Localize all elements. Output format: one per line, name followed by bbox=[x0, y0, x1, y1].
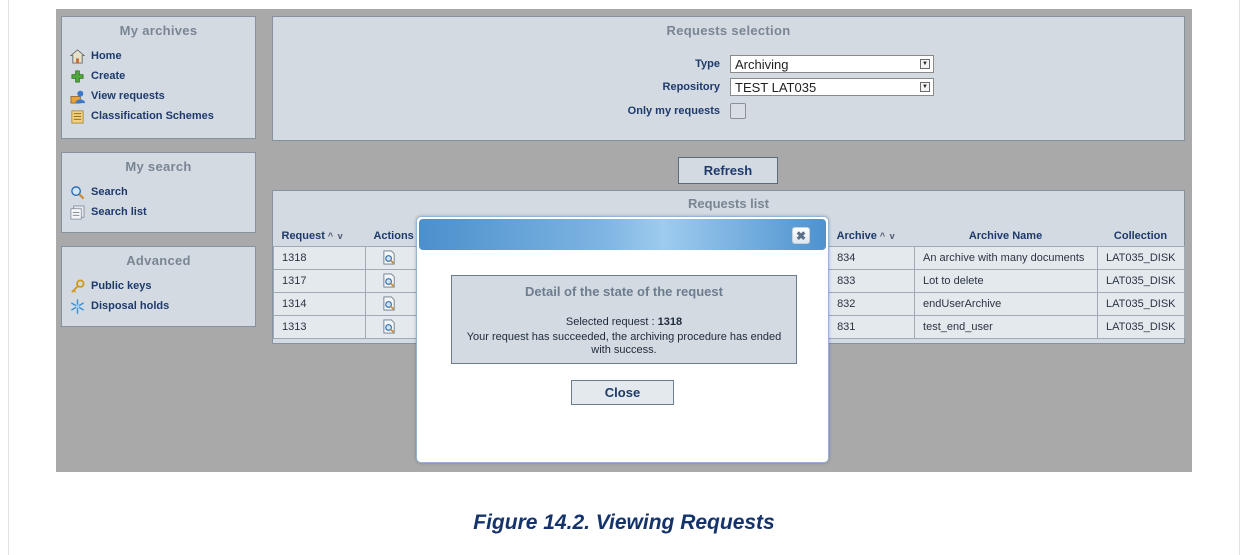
archive-cell: 834 bbox=[828, 245, 916, 270]
request-state-box: Detail of the state of the request Selec… bbox=[451, 275, 797, 364]
my-search-title: My search bbox=[125, 159, 192, 174]
request-cell: 1318 bbox=[273, 245, 366, 270]
selected-request-value: 1318 bbox=[657, 316, 683, 328]
sidebar-item-classification-schemes[interactable]: Classification Schemes bbox=[70, 108, 255, 124]
sidebar-item-label: Home bbox=[91, 50, 122, 62]
column-header-archive[interactable]: Archive ^ v bbox=[829, 226, 915, 246]
column-header-request[interactable]: Request ^ v bbox=[274, 226, 366, 246]
state-message: Your request has succeeded, the archivin… bbox=[466, 331, 782, 356]
column-header-collection: Collection bbox=[1113, 229, 1168, 242]
sidebar-item-view-requests[interactable]: View requests bbox=[70, 88, 255, 104]
sidebar-item-home[interactable]: Home bbox=[70, 48, 255, 64]
sidebar-item-label: Search list bbox=[91, 206, 147, 218]
view-details-icon[interactable] bbox=[382, 273, 397, 288]
sidebar-item-label: Disposal holds bbox=[91, 300, 170, 312]
archive-cell: 833 bbox=[828, 268, 916, 293]
type-select-value: Archiving bbox=[735, 56, 789, 72]
close-button[interactable]: Close bbox=[571, 380, 674, 405]
chevron-down-icon: ▼ bbox=[920, 59, 930, 69]
home-icon bbox=[70, 48, 85, 64]
archive-name-cell: An archive with many documents bbox=[914, 245, 1098, 270]
collection-cell: LAT035_DISK bbox=[1096, 268, 1186, 293]
repository-select[interactable]: TEST LAT035 ▼ bbox=[730, 78, 934, 96]
selected-request: Selected request : 1318 bbox=[452, 316, 796, 328]
collection-cell: LAT035_DISK bbox=[1096, 314, 1186, 339]
list-icon bbox=[70, 205, 85, 219]
scheme-icon bbox=[71, 110, 84, 123]
dialog-header: ✖ bbox=[419, 219, 826, 250]
my-archives-panel: My archives Home Create View requests Cl… bbox=[61, 16, 256, 139]
close-icon[interactable]: ✖ bbox=[792, 227, 810, 244]
sidebar-item-search[interactable]: Search bbox=[70, 184, 255, 200]
requests-selection-title: Requests selection bbox=[666, 23, 791, 38]
sidebar-item-label: Public keys bbox=[91, 280, 152, 292]
figure-caption: Figure 14.2. Viewing Requests bbox=[473, 511, 775, 534]
only-my-requests-checkbox[interactable] bbox=[730, 103, 746, 119]
magnifier-icon bbox=[71, 185, 85, 199]
sort-icon[interactable]: ^ v bbox=[328, 231, 344, 241]
sidebar-item-label: View requests bbox=[91, 90, 165, 102]
requests-list-title: Requests list bbox=[688, 196, 769, 211]
my-search-panel: My search Search Search list bbox=[61, 152, 256, 233]
request-cell: 1313 bbox=[273, 314, 366, 339]
type-select[interactable]: Archiving ▼ bbox=[730, 55, 934, 73]
user-requests-icon bbox=[70, 90, 85, 103]
view-details-icon[interactable] bbox=[382, 250, 397, 265]
request-cell: 1317 bbox=[273, 268, 366, 293]
my-archives-title: My archives bbox=[119, 23, 198, 38]
archive-cell: 832 bbox=[828, 291, 916, 316]
sidebar-item-label: Classification Schemes bbox=[91, 110, 214, 122]
archive-name-cell: test_end_user bbox=[914, 314, 1098, 339]
sidebar-item-label: Create bbox=[91, 70, 126, 82]
collection-cell: LAT035_DISK bbox=[1096, 291, 1186, 316]
sidebar-item-public-keys[interactable]: Public keys bbox=[70, 278, 255, 294]
view-details-icon[interactable] bbox=[382, 319, 397, 334]
collection-cell: LAT035_DISK bbox=[1096, 245, 1186, 270]
state-title: Detail of the state of the request bbox=[525, 284, 723, 299]
advanced-title: Advanced bbox=[126, 253, 191, 268]
archive-name-cell: endUserArchive bbox=[914, 291, 1098, 316]
key-icon bbox=[71, 278, 85, 293]
sidebar-item-search-list[interactable]: Search list bbox=[70, 204, 255, 220]
chevron-down-icon: ▼ bbox=[920, 82, 930, 92]
view-details-icon[interactable] bbox=[382, 296, 397, 311]
advanced-panel: Advanced Public keys Disposal holds bbox=[61, 246, 256, 327]
archive-cell: 831 bbox=[828, 314, 916, 339]
request-cell: 1314 bbox=[273, 291, 366, 316]
selected-request-label: Selected request : bbox=[565, 316, 655, 328]
snowflake-icon bbox=[71, 298, 84, 314]
refresh-button[interactable]: Refresh bbox=[678, 157, 778, 184]
sort-icon[interactable]: ^ v bbox=[880, 231, 896, 241]
column-header-archive-name: Archive Name bbox=[968, 229, 1043, 242]
sidebar-item-create[interactable]: Create bbox=[70, 68, 255, 84]
repository-label: Repository bbox=[662, 81, 720, 93]
sidebar-item-label: Search bbox=[91, 186, 128, 198]
repository-select-value: TEST LAT035 bbox=[735, 79, 817, 95]
requests-selection-panel: Requests selection Type Archiving ▼ Repo… bbox=[272, 16, 1185, 141]
plus-icon bbox=[71, 70, 84, 82]
archive-name-cell: Lot to delete bbox=[914, 268, 1098, 293]
sidebar-item-disposal-holds[interactable]: Disposal holds bbox=[70, 298, 255, 314]
type-label: Type bbox=[695, 58, 720, 70]
only-my-requests-label: Only my requests bbox=[627, 105, 720, 117]
